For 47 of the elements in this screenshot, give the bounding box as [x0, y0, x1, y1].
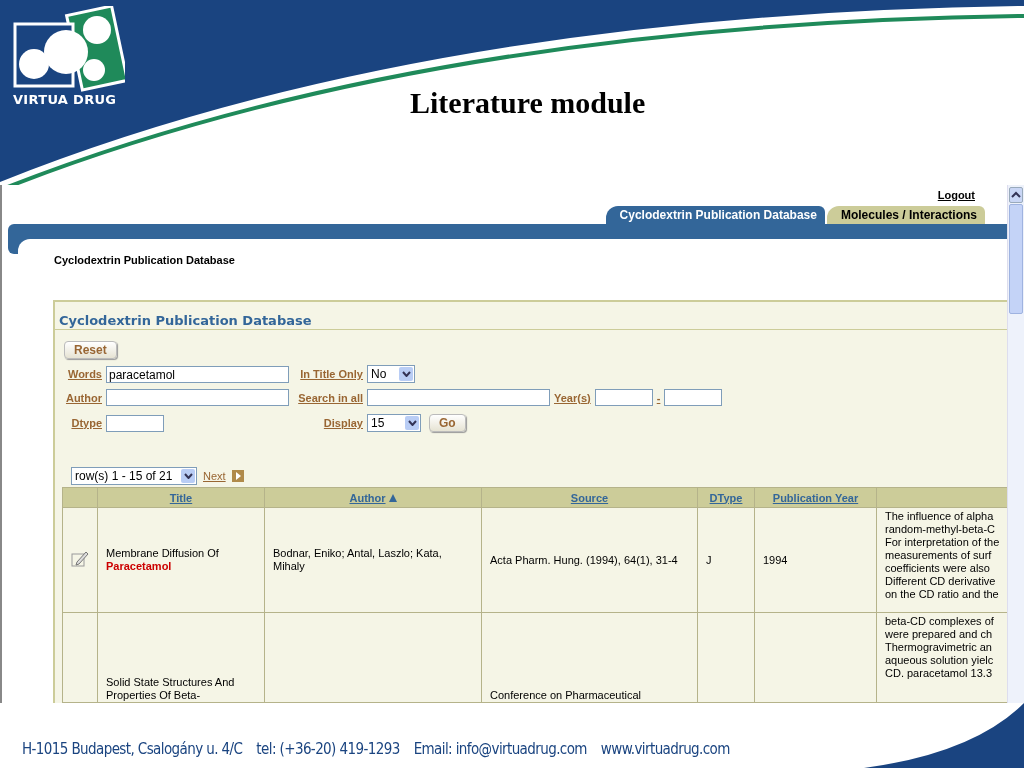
slide-title: Literature module: [410, 86, 646, 120]
phone-text: tel: (+36-20) 419-1293: [256, 740, 400, 758]
address-text: H-1015 Budapest, Csalogány u. 4/C: [22, 740, 243, 758]
go-button[interactable]: Go: [429, 414, 466, 432]
in-title-only-link[interactable]: In Title Only: [300, 368, 363, 380]
email-text: Email: info@virtuadrug.com: [413, 740, 587, 758]
edit-pencil-icon[interactable]: [71, 549, 89, 568]
website-text: www.virtuadrug.com: [600, 740, 730, 758]
source-text: Conference on Pharmaceutical: [490, 689, 643, 702]
tab[interactable]: Cyclodextrin Publication Database: [605, 205, 825, 224]
search-in-all-link[interactable]: Search in all: [298, 391, 363, 404]
year-text: 1994: [763, 553, 789, 567]
year-separator-link[interactable]: -: [656, 391, 661, 404]
logout-link[interactable]: Logout: [937, 189, 975, 206]
display-link[interactable]: Display: [323, 417, 363, 429]
dtype-link[interactable]: Dtype: [71, 417, 102, 429]
scrollbar-thumb[interactable]: [1009, 204, 1023, 314]
next-link[interactable]: Next: [203, 470, 226, 482]
years-link[interactable]: Year(s): [554, 391, 591, 404]
abstract-text: beta-CD complexes of were prepared and ch Thermogravimetric an aqueous solution yielc CD. paracetamol 13.3: [885, 615, 995, 680]
author-field[interactable]: [106, 389, 289, 406]
year-to-field[interactable]: [664, 389, 723, 406]
caret-up-icon: [1011, 191, 1021, 199]
logo-text: VIRTUA DRUG: [13, 92, 117, 107]
words-link[interactable]: Words: [67, 368, 102, 380]
display-select[interactable]: 15: [367, 414, 421, 432]
title-text: Membrane Diffusion Of: [106, 547, 220, 560]
abstract-text: The influence of alpha random-methyl-beta-C For interpretation of the measurements of surf coefficients were also Different CD derivative on the CD ratio and the: [885, 510, 1001, 601]
page-title: Cyclodextrin Publication Database: [54, 253, 236, 267]
search-in-all-field[interactable]: [367, 389, 550, 406]
source-text: Acta Pharm. Hung. (1994), 64(1), 31-4: [490, 553, 679, 567]
column-header-link[interactable]: Title: [169, 491, 193, 504]
reset-button[interactable]: Reset: [64, 341, 117, 359]
title-text: Solid State Structures And Properties Of Beta-: [106, 676, 236, 702]
column-header-link[interactable]: Author: [349, 491, 386, 504]
highlighted-keyword: Paracetamol: [106, 560, 173, 573]
author-text: Bodnar, Eniko; Antal, Laszlo; Kata, Mihaly: [273, 547, 443, 573]
tab[interactable]: Molecules / Interactions: [826, 205, 985, 224]
in-title-only-select[interactable]: No: [367, 365, 415, 383]
words-field[interactable]: paracetamol: [106, 365, 289, 383]
dtype-field[interactable]: [106, 414, 164, 432]
scroll-up-button[interactable]: [1009, 187, 1023, 203]
dtype-text: J: [706, 553, 713, 567]
row-range-select[interactable]: row(s) 1 - 15 of 21: [71, 467, 197, 485]
column-header-link[interactable]: Source: [570, 491, 609, 504]
author-link[interactable]: Author: [65, 391, 102, 404]
year-from-field[interactable]: [594, 389, 653, 406]
